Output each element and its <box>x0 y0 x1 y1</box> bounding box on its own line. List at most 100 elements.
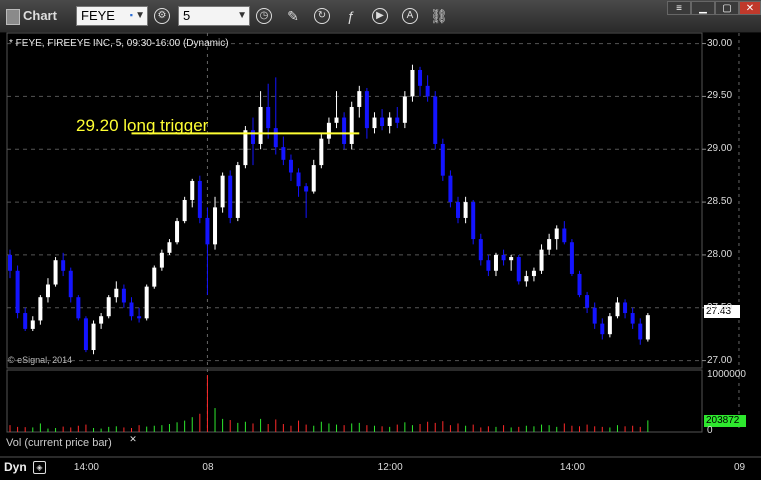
candle-body <box>471 202 476 240</box>
candle-body <box>197 180 202 218</box>
price-tick-label: 29.50 <box>707 90 733 102</box>
candle-body <box>121 288 126 303</box>
candle-body <box>205 217 210 245</box>
candle-body <box>129 302 134 317</box>
candle-body <box>645 315 650 340</box>
candle-body <box>30 320 35 329</box>
time-tick-label: 12:00 <box>377 462 403 473</box>
candle-body <box>159 252 164 268</box>
candle-body <box>304 186 309 192</box>
candle-body <box>15 270 20 314</box>
candle-body <box>288 159 293 173</box>
copyright-label: © eSignal, 2014 <box>8 355 73 365</box>
candle-body <box>630 313 635 324</box>
volume-tick-label: 1000000 <box>707 369 746 380</box>
trigger-annotation: 29.20 long trigger <box>76 116 209 135</box>
candle-body <box>144 286 149 319</box>
candle-body <box>372 117 377 129</box>
candle-body <box>456 202 461 218</box>
price-volume-chart[interactable] <box>0 0 761 480</box>
candle-body <box>501 254 506 261</box>
candle-body <box>486 260 491 271</box>
candle-body <box>607 316 612 335</box>
candle-body <box>380 117 385 126</box>
candle-body <box>342 117 347 144</box>
close-panel-icon[interactable]: ✕ <box>128 434 138 444</box>
price-panel-frame <box>6 32 703 369</box>
candle-body <box>311 165 316 192</box>
price-tick-label: 27.00 <box>707 354 733 366</box>
price-tick-label: 28.50 <box>707 196 733 208</box>
candle-body <box>250 130 255 144</box>
candle-body <box>448 175 453 203</box>
candle-body <box>23 313 28 329</box>
candle-body <box>577 273 582 296</box>
candle-body <box>326 122 331 139</box>
price-tick-label: 28.00 <box>707 248 733 260</box>
candle-body <box>167 242 172 253</box>
dyn-label: Dyn <box>4 460 27 474</box>
chart-title: * FEYE, FIREEYE INC, 5, 09:30-16:00 (Dyn… <box>9 38 229 49</box>
candle-body <box>228 175 233 218</box>
candle-body <box>425 85 430 97</box>
candle-body <box>402 96 407 123</box>
candle-body <box>600 323 605 335</box>
candle-body <box>273 128 278 148</box>
candle-body <box>493 254 498 271</box>
candle-body <box>638 323 643 340</box>
settings-icon[interactable]: ◈ <box>33 461 46 474</box>
candle-body <box>68 270 73 298</box>
candle-body <box>395 117 400 123</box>
candle-body <box>440 143 445 176</box>
candle-body <box>516 257 521 282</box>
candle-body <box>410 69 415 97</box>
time-tick-label: 14:00 <box>73 462 99 473</box>
candle-body <box>76 297 81 319</box>
candle-body <box>547 239 552 250</box>
candle-body <box>554 228 559 240</box>
candle-body <box>296 172 301 187</box>
candle-body <box>539 249 544 271</box>
candle-body <box>334 117 339 123</box>
candle-body <box>349 106 354 144</box>
price-tick-label: 27.50 <box>707 301 733 313</box>
candle-body <box>433 96 438 144</box>
candle-body <box>418 69 423 86</box>
candle-body <box>319 138 324 166</box>
time-tick-label: 14:00 <box>559 462 585 473</box>
candle-body <box>478 239 483 261</box>
time-tick-label: 09 <box>733 462 746 473</box>
candle-body <box>524 276 529 282</box>
candle-body <box>235 165 240 218</box>
candle-body <box>182 199 187 222</box>
candle-body <box>45 284 50 298</box>
candle-body <box>592 307 597 324</box>
volume-tick-label: 0 <box>707 425 713 436</box>
candle-body <box>190 180 195 200</box>
candle-body <box>83 318 88 351</box>
candle-body <box>266 106 271 129</box>
candle-body <box>91 323 96 351</box>
candle-body <box>213 207 218 245</box>
candle-body <box>61 260 66 271</box>
candle-body <box>53 260 58 285</box>
candle-body <box>137 316 142 319</box>
time-tick-label: 08 <box>202 462 214 473</box>
candle-body <box>243 130 248 166</box>
candle-body <box>463 202 468 218</box>
candle-body <box>175 221 180 243</box>
volume-panel-frame <box>6 369 703 433</box>
candle-body <box>152 267 157 287</box>
candle-body <box>281 147 286 160</box>
candle-body <box>623 302 628 314</box>
candle-body <box>585 295 590 308</box>
candle-body <box>562 228 567 243</box>
candle-body <box>8 254 12 271</box>
candle-body <box>387 117 392 126</box>
price-tick-label: 29.00 <box>707 143 733 155</box>
candle-body <box>99 316 104 324</box>
candle-body <box>114 288 119 298</box>
price-tick-label: 30.00 <box>707 37 733 49</box>
candle-body <box>106 297 111 317</box>
candle-body <box>615 302 620 317</box>
